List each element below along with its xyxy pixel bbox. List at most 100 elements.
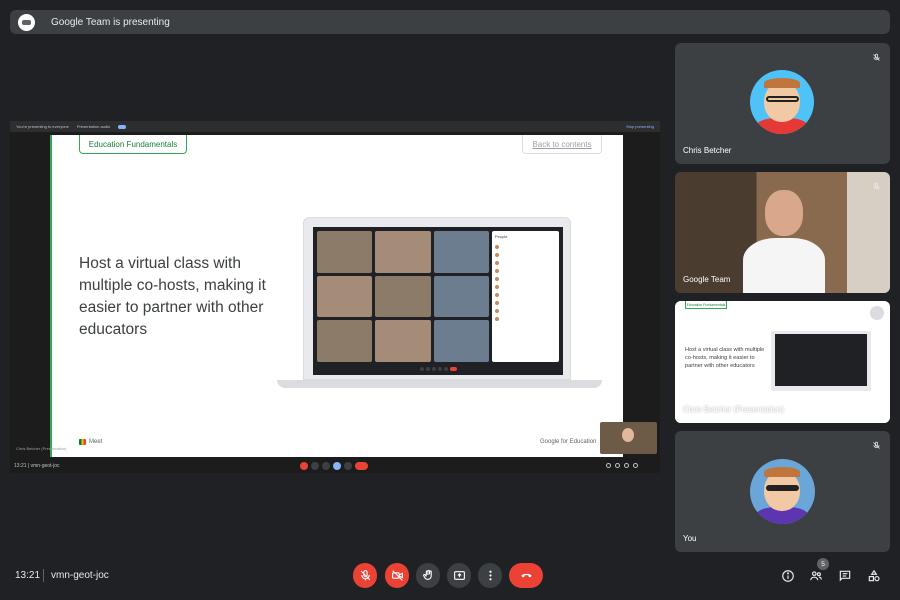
avatar [495, 285, 499, 289]
grid-tile [317, 275, 373, 318]
meet-logo: Meet [79, 439, 102, 445]
bottom-control-bar: 13:21 vmn-geot-joc 5 [0, 556, 900, 596]
laptop-screen: People [313, 227, 563, 375]
people-row [495, 275, 556, 283]
meeting-code: vmn-geot-joc [51, 570, 109, 581]
presentation-audio-label: Presentation audio [76, 124, 111, 129]
people-row [495, 251, 556, 259]
grid-tile [433, 231, 489, 273]
avatar-face [764, 471, 800, 511]
avatar-glasses [766, 96, 799, 102]
stage-meeting-info: 13:21 | vmn-geot-joc [14, 463, 60, 469]
mini-end-call-icon [355, 462, 368, 470]
slide-heading: Host a virtual class with multiple co-ho… [79, 255, 266, 338]
avatar [495, 277, 499, 281]
camera-off-icon[interactable] [385, 563, 409, 588]
people-row [495, 299, 556, 307]
people-icon[interactable] [808, 568, 824, 584]
mini-camera-icon [311, 462, 319, 470]
grid-tile [375, 320, 431, 362]
avatar [495, 269, 499, 273]
avatar-sunglasses [766, 485, 799, 491]
presentation-audio-toggle[interactable] [118, 124, 127, 129]
video-grid [317, 231, 489, 362]
participant-name: You [683, 534, 697, 543]
participant-tile-you[interactable]: You [675, 431, 890, 552]
mini-people-icon [615, 463, 620, 468]
video-person-head [765, 190, 803, 236]
end-call-icon[interactable] [509, 563, 543, 588]
mic-muted-icon [869, 179, 883, 193]
people-panel-title: People [495, 234, 508, 239]
participant-count-badge: 5 [817, 558, 829, 570]
thumbnail-laptop [771, 331, 871, 391]
video-person-body [743, 238, 825, 293]
mini-mic-off-icon [300, 462, 308, 470]
stage-mini-controls [300, 462, 368, 470]
people-row [495, 315, 556, 323]
grid-tile [375, 275, 431, 318]
back-to-contents-link: Back to contents [522, 135, 602, 154]
mic-muted-icon [869, 50, 883, 64]
people-row [495, 243, 556, 251]
people-row [495, 283, 556, 291]
google-for-education-brand: Google for Education [540, 439, 597, 445]
grid-tile [375, 231, 431, 273]
people-row [495, 267, 556, 275]
more-vert-icon[interactable] [478, 563, 502, 588]
avatar [495, 301, 499, 305]
mini-end-call [449, 366, 457, 371]
participant-name: Google Team [683, 275, 731, 284]
people-row [495, 307, 556, 315]
presenting-banner: Google Team is presenting [10, 10, 890, 34]
presenter-avatar [18, 13, 35, 31]
thumbnail-section-pill: Education Fundamentals [685, 301, 727, 309]
avatar-face [764, 82, 800, 122]
video-person [743, 190, 825, 293]
mini-control [425, 366, 430, 371]
mini-activities-icon [633, 463, 638, 468]
info-icon[interactable] [780, 568, 796, 584]
self-view-pip[interactable] [600, 422, 657, 454]
avatar [750, 459, 815, 524]
present-screen-icon[interactable] [447, 563, 471, 588]
mini-chat-icon [624, 463, 629, 468]
mic-off-icon[interactable] [353, 563, 377, 588]
laptop-base [277, 380, 602, 388]
participant-tile-google-team[interactable]: Google Team [675, 172, 890, 293]
avatar-hair [764, 467, 800, 477]
mini-present-icon [333, 462, 341, 470]
grid-tile [317, 320, 373, 362]
meet-window: Google Team is presenting You're present… [0, 0, 900, 600]
people-row [495, 291, 556, 299]
laptop-illustration: People [303, 217, 571, 380]
avatar [495, 245, 499, 249]
people-panel: People [492, 231, 559, 362]
chat-icon[interactable] [837, 568, 853, 584]
thumbnail-heading: Host a virtual class with multiple co-ho… [685, 347, 765, 369]
mini-control [431, 366, 436, 371]
mini-control [437, 366, 442, 371]
avatar [495, 317, 499, 321]
presenting-banner-text: Google Team is presenting [51, 16, 170, 28]
meeting-time: 13:21 [15, 570, 41, 581]
avatar [495, 261, 499, 265]
laptop-control-bar [317, 364, 559, 373]
presentation-stage[interactable]: You're presenting to everyone Presentati… [10, 121, 660, 473]
raise-hand-icon[interactable] [416, 563, 440, 588]
grid-tile [433, 275, 489, 318]
activities-icon[interactable] [866, 568, 882, 584]
participant-tile-chris[interactable]: Chris Betcher [675, 43, 890, 164]
stage-mini-toolbar: 13:21 | vmn-geot-joc [10, 459, 660, 473]
stage-mini-right-icons [606, 463, 638, 468]
participant-name: Chris Betcher [683, 146, 732, 155]
avatar [495, 253, 499, 257]
grid-tile [433, 320, 489, 362]
stop-presenting-link[interactable]: Stop presenting [626, 124, 654, 129]
avatar-hair [764, 78, 800, 88]
participant-name: Chris Betcher (Presentation) [683, 405, 784, 414]
mini-control [419, 366, 424, 371]
participant-tile-presentation[interactable]: Education Fundamentals Host a virtual cl… [675, 301, 890, 423]
meet-logo-label: Meet [89, 439, 103, 445]
mini-more-icon [344, 462, 352, 470]
